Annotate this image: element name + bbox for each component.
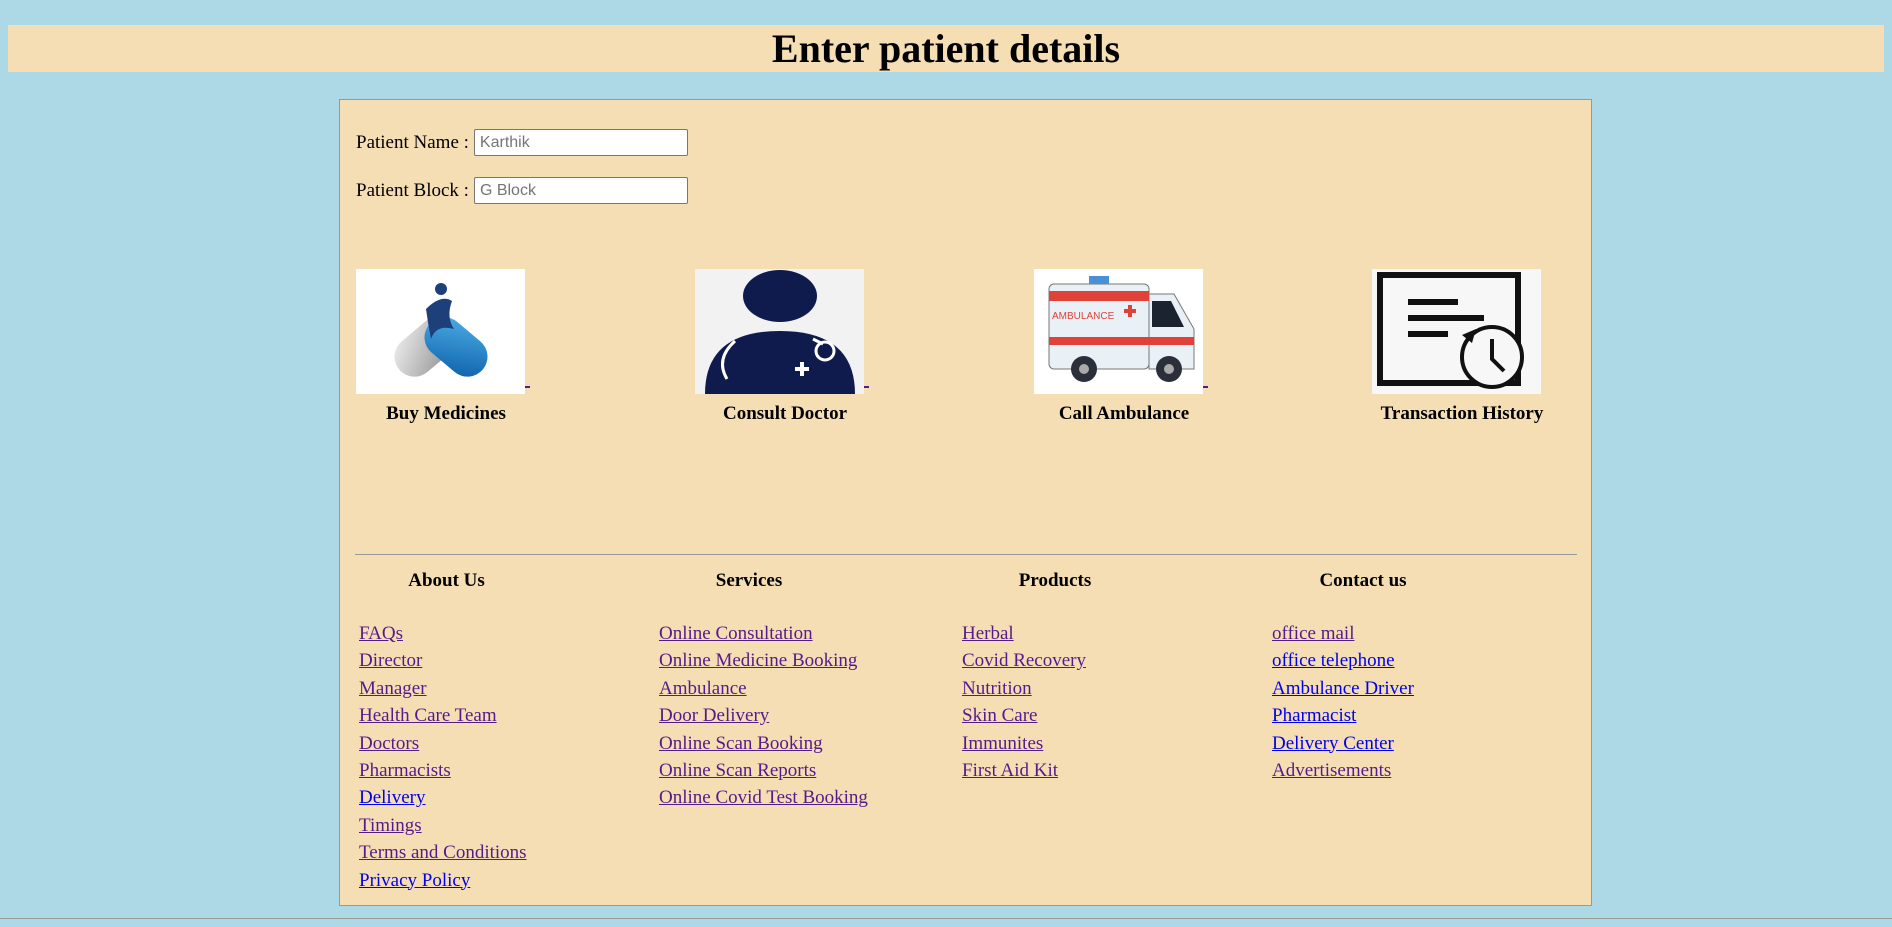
- buy-medicines-tile[interactable]: Buy Medicines: [356, 269, 536, 425]
- patient-name-label: Patient Name :: [356, 131, 469, 153]
- doctor-icon[interactable]: [695, 269, 864, 394]
- footer-link-delivery[interactable]: Delivery: [359, 787, 425, 808]
- footer-link-pharmacists[interactable]: Pharmacists: [359, 760, 451, 781]
- footer-link-director[interactable]: Director: [359, 650, 422, 671]
- footer-link-herbal[interactable]: Herbal: [962, 623, 1014, 644]
- svg-text:AMBULANCE: AMBULANCE: [1052, 311, 1115, 322]
- footer-link-timings[interactable]: Timings: [359, 815, 422, 836]
- footer-link-terms[interactable]: Terms and Conditions: [359, 842, 527, 863]
- link-underline: [1203, 386, 1208, 388]
- footer-products-column: Products Herbal Covid Recovery Nutrition…: [962, 570, 1202, 784]
- footer-link-online-covid-test-booking[interactable]: Online Covid Test Booking: [659, 787, 868, 808]
- footer-link-pharmacist[interactable]: Pharmacist: [1272, 705, 1356, 726]
- footer-link-privacy-policy[interactable]: Privacy Policy: [359, 870, 470, 891]
- call-ambulance-label: Call Ambulance: [1058, 403, 1190, 424]
- patient-name-input[interactable]: [473, 129, 688, 156]
- footer-about-heading: About Us: [408, 570, 485, 591]
- footer-link-health-care-team[interactable]: Health Care Team: [359, 705, 497, 726]
- footer-link-office-mail[interactable]: office mail: [1272, 623, 1354, 644]
- footer-link-skin-care[interactable]: Skin Care: [962, 705, 1037, 726]
- page-header: Enter patient details: [8, 25, 1884, 72]
- buy-medicines-label: Buy Medicines: [386, 403, 506, 424]
- footer-link-ambulance[interactable]: Ambulance: [659, 678, 747, 699]
- transaction-history-tile[interactable]: Transaction History: [1372, 269, 1552, 425]
- footer-contact-column: Contact us office mail office telephone …: [1272, 570, 1522, 784]
- transaction-history-label: Transaction History: [1380, 403, 1544, 424]
- footer-divider: [355, 554, 1577, 555]
- footer-link-office-telephone[interactable]: office telephone: [1272, 650, 1395, 671]
- footer-link-door-delivery[interactable]: Door Delivery: [659, 705, 769, 726]
- page-bottom-rule: [0, 918, 1892, 919]
- ambulance-icon[interactable]: AMBULANCE: [1034, 269, 1203, 394]
- patient-block-row: Patient Block :: [356, 177, 688, 204]
- footer-link-delivery-center[interactable]: Delivery Center: [1272, 733, 1394, 754]
- footer-contact-heading: Contact us: [1319, 570, 1407, 591]
- consult-doctor-label: Consult Doctor: [722, 403, 848, 424]
- footer-link-faqs[interactable]: FAQs: [359, 623, 403, 644]
- footer-link-doctors[interactable]: Doctors: [359, 733, 419, 754]
- link-underline: [864, 386, 869, 388]
- footer-link-online-scan-booking[interactable]: Online Scan Booking: [659, 733, 823, 754]
- main-panel: Patient Name : Patient Block :: [339, 99, 1592, 906]
- footer-services-column: Services Online Consultation Online Medi…: [659, 570, 899, 812]
- call-ambulance-tile[interactable]: AMBULANCE Call Ambulance: [1034, 269, 1214, 425]
- patient-block-input[interactable]: [473, 177, 688, 204]
- patient-block-label: Patient Block :: [356, 179, 469, 201]
- patient-name-row: Patient Name :: [356, 129, 688, 156]
- footer-link-online-scan-reports[interactable]: Online Scan Reports: [659, 760, 816, 781]
- footer-link-covid-recovery[interactable]: Covid Recovery: [962, 650, 1086, 671]
- footer-products-heading: Products: [1018, 570, 1092, 591]
- footer-link-advertisements[interactable]: Advertisements: [1272, 760, 1391, 781]
- footer-link-online-consultation[interactable]: Online Consultation: [659, 623, 813, 644]
- footer-link-manager[interactable]: Manager: [359, 678, 427, 699]
- footer-link-online-medicine-booking[interactable]: Online Medicine Booking: [659, 650, 857, 671]
- footer-about-column: About Us FAQs Director Manager Health Ca…: [359, 570, 559, 894]
- footer-link-immunites[interactable]: Immunites: [962, 733, 1043, 754]
- page-title: Enter patient details: [771, 26, 1121, 71]
- link-underline: [525, 386, 530, 388]
- footer-link-first-aid-kit[interactable]: First Aid Kit: [962, 760, 1058, 781]
- medicine-capsule-icon[interactable]: [356, 269, 525, 394]
- transaction-history-icon[interactable]: [1372, 269, 1541, 394]
- footer-link-nutrition[interactable]: Nutrition: [962, 678, 1032, 699]
- footer-link-ambulance-driver[interactable]: Ambulance Driver: [1272, 678, 1414, 699]
- footer-services-heading: Services: [715, 570, 783, 591]
- consult-doctor-tile[interactable]: Consult Doctor: [695, 269, 875, 425]
